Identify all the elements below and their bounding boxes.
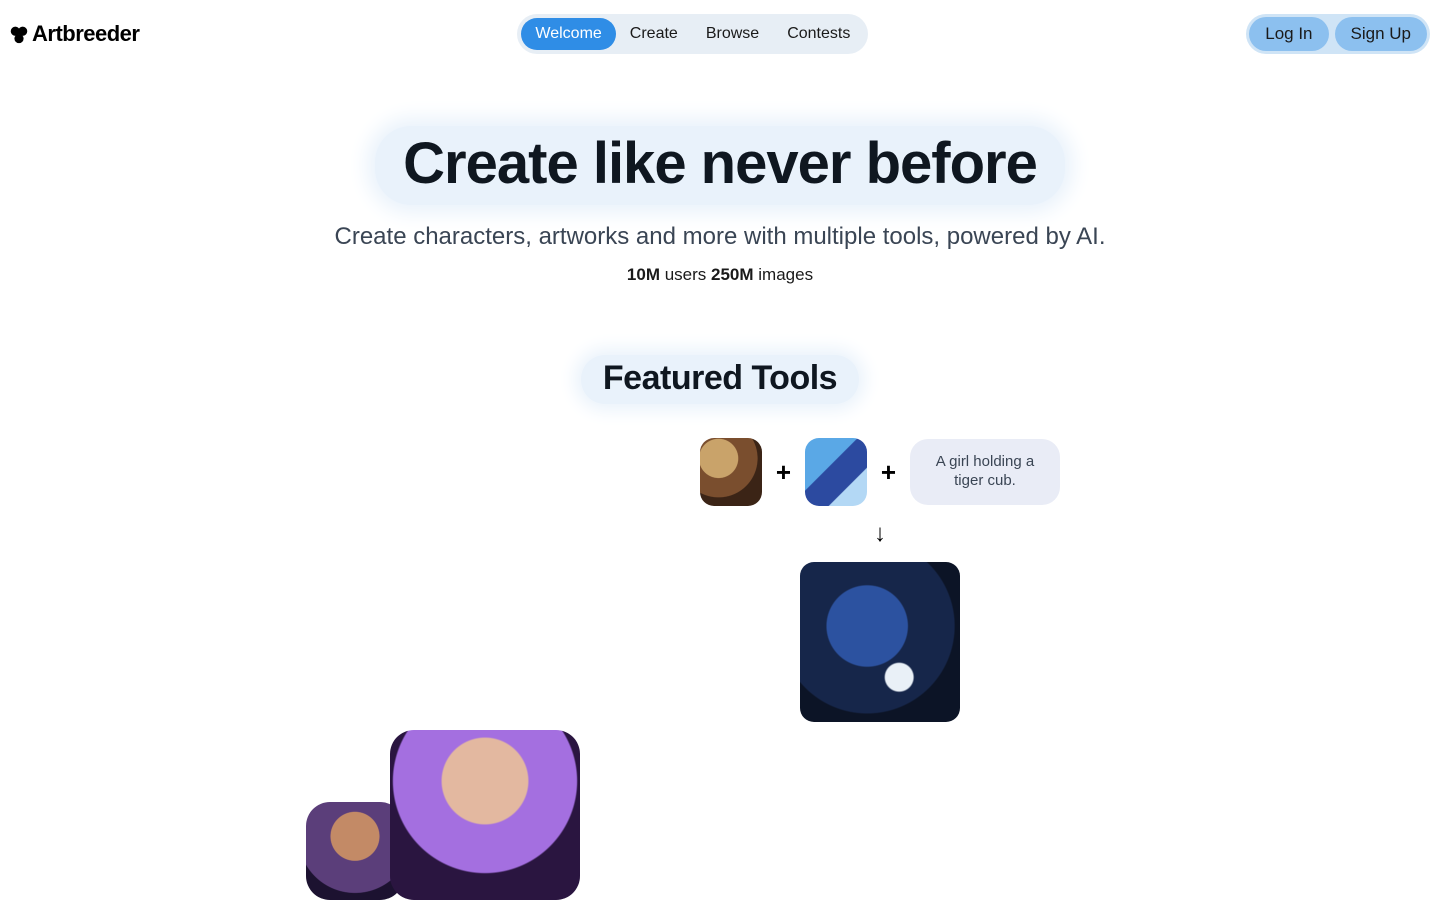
composer-demo: + + A girl holding a tiger cub. ↓ — [700, 438, 1060, 722]
hero: Create like never before Create characte… — [0, 126, 1440, 285]
plus-icon: + — [881, 457, 896, 488]
nav-contests[interactable]: Contests — [773, 18, 864, 50]
composer-inputs-row: + + A girl holding a tiger cub. — [700, 438, 1060, 506]
users-count: 10M — [627, 265, 660, 284]
images-count: 250M — [711, 265, 754, 284]
nav-browse[interactable]: Browse — [692, 18, 773, 50]
nav-create[interactable]: Create — [616, 18, 692, 50]
logo-icon — [8, 23, 30, 45]
hero-title: Create like never before — [375, 126, 1065, 205]
logo-text: Artbreeder — [32, 21, 139, 47]
featured-tools-title: Featured Tools — [581, 355, 859, 404]
showcase-faces — [306, 730, 580, 900]
signup-button[interactable]: Sign Up — [1335, 17, 1427, 51]
showcase-face-large[interactable] — [390, 730, 580, 900]
login-button[interactable]: Log In — [1249, 17, 1328, 51]
hero-stats: 10M users 250M images — [0, 265, 1440, 285]
logo[interactable]: Artbreeder — [8, 21, 139, 47]
nav-welcome[interactable]: Welcome — [521, 18, 615, 50]
hero-subtitle: Create characters, artworks and more wit… — [0, 223, 1440, 251]
images-label: images — [754, 265, 814, 284]
users-label: users — [660, 265, 711, 284]
composer-prompt[interactable]: A girl holding a tiger cub. — [910, 439, 1060, 505]
featured-tools-heading: Featured Tools — [0, 355, 1440, 404]
composer-input-image-2[interactable] — [805, 438, 867, 506]
arrow-down-icon: ↓ — [874, 520, 886, 548]
composer-result-image[interactable] — [800, 562, 960, 722]
main-nav: Welcome Create Browse Contests — [517, 14, 868, 54]
composer-input-image-1[interactable] — [700, 438, 762, 506]
auth-buttons: Log In Sign Up — [1246, 14, 1430, 54]
plus-icon: + — [776, 457, 791, 488]
header: Artbreeder Welcome Create Browse Contest… — [0, 0, 1440, 68]
